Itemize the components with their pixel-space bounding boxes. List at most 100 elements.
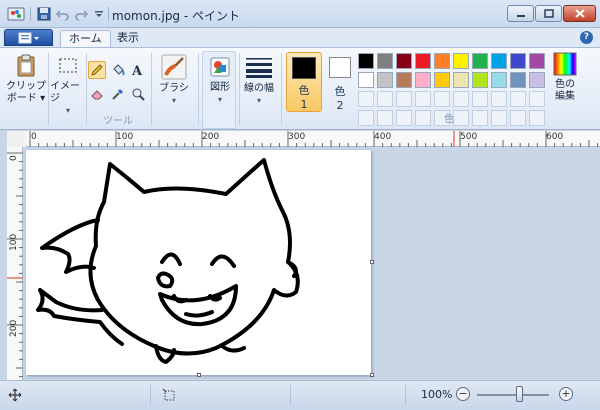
color2-swatch [329, 57, 351, 78]
shapes-button[interactable]: 図形 ▾ [203, 54, 237, 106]
resize-handle-corner[interactable] [370, 373, 374, 377]
zoom-in-button[interactable]: + [559, 387, 573, 401]
palette-custom-slot[interactable] [510, 91, 526, 107]
color1-swatch [292, 57, 316, 79]
status-separator [150, 385, 151, 405]
line-width-icon [244, 53, 274, 81]
pencil-icon[interactable] [88, 61, 106, 79]
palette-color-swatch[interactable] [510, 72, 526, 88]
image-button[interactable]: イメージ ▾ [50, 53, 86, 117]
horizontal-ruler: 0 100 200 300 400 500 600 [26, 131, 600, 147]
brush-dropdown-icon: ▾ [171, 96, 176, 105]
brush-label: ブラシ [159, 83, 189, 94]
palette-color-swatch[interactable] [491, 53, 507, 69]
group-separator [48, 53, 49, 125]
shapes-icon [207, 54, 233, 80]
palette-color-swatch[interactable] [396, 53, 412, 69]
brush-button[interactable]: ブラシ ▾ [154, 53, 194, 107]
drawing-canvas[interactable] [26, 150, 371, 375]
palette-color-swatch[interactable] [529, 53, 545, 69]
shapes-dropdown-icon: ▾ [217, 95, 222, 104]
color1-button[interactable]: 色 1 [286, 52, 322, 112]
clipboard-label-line2: ボード ▾ [6, 93, 46, 104]
palette-color-swatch[interactable] [396, 72, 412, 88]
resize-handle-bottom[interactable] [197, 373, 201, 377]
palette-color-swatch[interactable] [434, 72, 450, 88]
vruler-label: 0 [9, 155, 19, 161]
palette-color-swatch[interactable] [377, 53, 393, 69]
image-label: イメージ [50, 81, 80, 104]
cursor-position-icon [8, 388, 22, 405]
undo-icon[interactable] [54, 5, 72, 23]
palette-custom-slot[interactable] [529, 91, 545, 107]
shapes-label: 図形 [210, 82, 230, 93]
maximize-button[interactable] [535, 5, 562, 22]
select-icon [55, 53, 81, 79]
palette-color-swatch[interactable] [377, 72, 393, 88]
palette-color-swatch[interactable] [472, 53, 488, 69]
clipboard-button[interactable]: クリップ ボード ▾ [6, 53, 46, 105]
color2-label-line1: 色 [334, 85, 346, 98]
palette-custom-slot[interactable] [396, 91, 412, 107]
shapes-group: 図形 ▾ [202, 51, 236, 129]
palette-color-swatch[interactable] [453, 53, 469, 69]
palette-color-swatch[interactable] [529, 72, 545, 88]
close-button[interactable] [563, 5, 596, 22]
palette-color-swatch[interactable] [434, 53, 450, 69]
palette-color-swatch[interactable] [358, 53, 374, 69]
line-width-button[interactable]: 線の幅 ▾ [240, 53, 278, 107]
zoom-slider[interactable] [477, 394, 549, 396]
clipboard-icon [13, 53, 39, 79]
zoom-slider-thumb[interactable] [516, 386, 523, 402]
palette-custom-slot[interactable] [491, 91, 507, 107]
qat-customize-icon[interactable] [90, 5, 108, 23]
hruler-label: 0 [31, 132, 37, 142]
qat-separator [108, 7, 109, 21]
status-separator [290, 385, 291, 405]
magnifier-icon[interactable] [129, 85, 147, 103]
line-width-label: 線の幅 [244, 83, 274, 94]
group-separator [198, 53, 199, 125]
palette-color-swatch[interactable] [415, 72, 431, 88]
selection-size-icon [162, 388, 176, 405]
palette-custom-slot[interactable] [472, 91, 488, 107]
palette-custom-slot[interactable] [434, 91, 450, 107]
palette-color-swatch[interactable] [453, 72, 469, 88]
ribbon-tab-bar: ホーム 表示 ? [0, 28, 600, 47]
zoom-out-button[interactable]: − [456, 387, 470, 401]
minimize-button[interactable] [507, 5, 534, 22]
tools-group: A ツール [87, 51, 149, 129]
paint-app-icon[interactable] [7, 6, 25, 22]
color2-label-line2: 2 [336, 99, 344, 112]
palette-color-swatch[interactable] [491, 72, 507, 88]
color2-button[interactable]: 色 2 [325, 52, 355, 112]
color-picker-icon[interactable] [109, 85, 127, 103]
workspace [23, 147, 600, 380]
line-width-dropdown-icon: ▾ [256, 96, 261, 105]
palette-color-swatch[interactable] [510, 53, 526, 69]
edit-colors-button[interactable]: 色の 編集 [548, 51, 582, 103]
save-icon[interactable] [35, 5, 53, 23]
edit-colors-icon [552, 51, 578, 77]
text-tool-icon[interactable]: A [129, 61, 147, 79]
resize-handle-right[interactable] [370, 260, 374, 264]
qat-separator [30, 7, 31, 21]
palette-color-swatch[interactable] [472, 72, 488, 88]
help-icon[interactable]: ? [580, 31, 593, 44]
status-separator [405, 385, 406, 405]
palette-custom-slot[interactable] [358, 91, 374, 107]
palette-color-swatch[interactable] [415, 53, 431, 69]
edit-colors-label-line1: 色の [555, 79, 575, 90]
tab-view[interactable]: 表示 [109, 30, 147, 47]
eraser-icon[interactable] [88, 85, 106, 103]
fill-bucket-icon[interactable] [109, 61, 127, 79]
palette-custom-slot[interactable] [377, 91, 393, 107]
redo-icon[interactable] [72, 5, 90, 23]
palette-custom-slot[interactable] [453, 91, 469, 107]
tools-group-label: ツール [103, 116, 133, 127]
palette-color-swatch[interactable] [358, 72, 374, 88]
tab-home[interactable]: ホーム [60, 30, 111, 47]
file-menu-button[interactable] [4, 29, 53, 46]
palette-custom-slot[interactable] [415, 91, 431, 107]
brush-icon [160, 53, 188, 81]
